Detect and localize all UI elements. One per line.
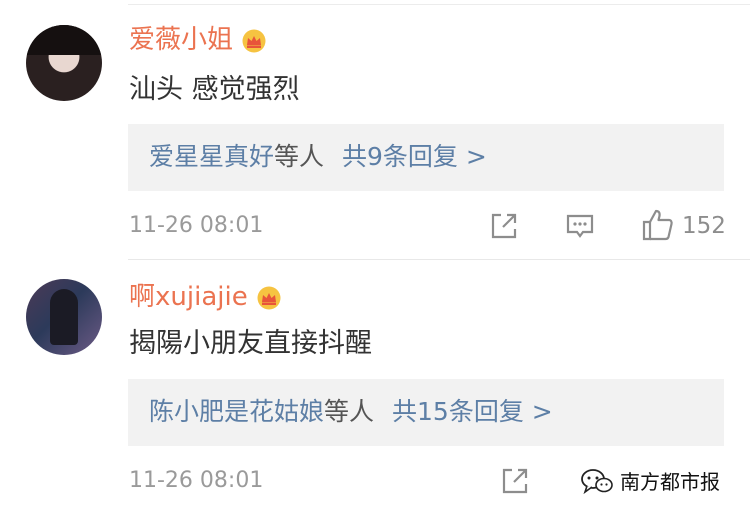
share-icon[interactable] bbox=[500, 466, 530, 496]
username[interactable]: 啊xujiajie bbox=[129, 281, 282, 313]
like-count: 152 bbox=[682, 213, 726, 239]
reply-suffix: 等人 bbox=[324, 397, 375, 426]
crown-badge-icon bbox=[257, 286, 281, 309]
timestamp: 11-26 08:01 bbox=[129, 213, 264, 238]
timestamp: 11-26 08:01 bbox=[129, 468, 264, 493]
watermark: 南方都市报 bbox=[580, 462, 746, 502]
watermark-text: 南方都市报 bbox=[620, 470, 720, 494]
reply-summary: 爱星星真好等人 共9条回复 > bbox=[149, 140, 487, 174]
reply-suffix: 等人 bbox=[274, 142, 325, 171]
reply-count-link[interactable]: 共9条回复 > bbox=[342, 142, 487, 171]
crown-badge-icon bbox=[242, 29, 266, 52]
reply-usernames[interactable]: 陈小肥是花姑娘 bbox=[149, 397, 324, 426]
reply-summary: 陈小肥是花姑娘等人 共15条回复 > bbox=[149, 395, 553, 429]
username[interactable]: 爱薇小姐 bbox=[129, 24, 267, 56]
comment-icon[interactable] bbox=[565, 211, 595, 241]
reply-summary-box[interactable]: 爱星星真好等人 共9条回复 > bbox=[128, 124, 724, 191]
comment-text: 汕头 感觉强烈 bbox=[129, 74, 300, 105]
comment-text: 揭陽小朋友直接抖醒 bbox=[129, 328, 372, 359]
chat-bubble-logo-icon bbox=[581, 469, 613, 495]
avatar[interactable] bbox=[26, 25, 102, 101]
comment-divider bbox=[128, 259, 750, 260]
reply-count-link[interactable]: 共15条回复 > bbox=[392, 397, 553, 426]
reply-usernames[interactable]: 爱星星真好 bbox=[149, 142, 274, 171]
comment-item: 爱薇小姐 汕头 感觉强烈 爱星星真好等人 共9条回复 > 11-26 08:01 … bbox=[0, 0, 750, 260]
share-icon[interactable] bbox=[489, 211, 519, 241]
like-icon[interactable] bbox=[641, 208, 675, 242]
reply-summary-box[interactable]: 陈小肥是花姑娘等人 共15条回复 > bbox=[128, 379, 724, 446]
avatar[interactable] bbox=[26, 279, 102, 355]
